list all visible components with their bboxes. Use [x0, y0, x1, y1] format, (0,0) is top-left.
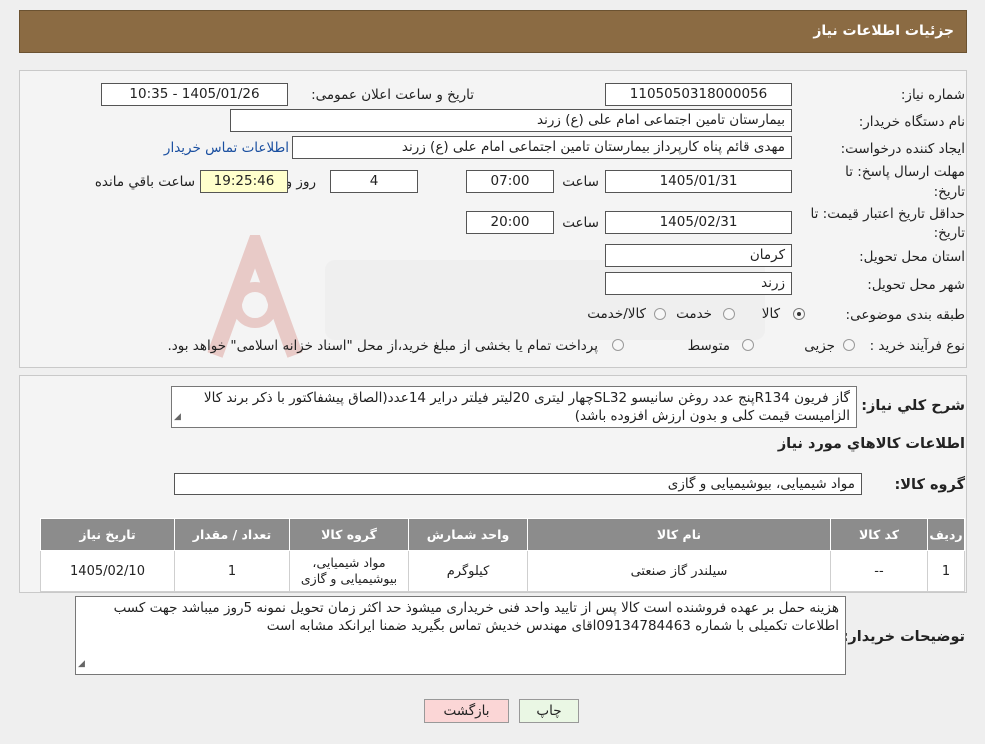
- summary-label: شرح کلي نياز:: [861, 398, 965, 414]
- category-radio-goods-service[interactable]: [654, 308, 666, 320]
- announce-label: تاریخ و ساعت اعلان عمومی:: [311, 87, 474, 103]
- summary-text-content: گاز فریون R134پنج عدد روغن سانیسو SL32چه…: [203, 390, 850, 424]
- category-radio-service[interactable]: [723, 308, 735, 320]
- remaining-label: ساعت باقي مانده: [94, 174, 195, 190]
- validity-time-label: ساعت: [562, 215, 599, 231]
- validity-label-date: تاریخ:: [933, 225, 965, 241]
- process-checkbox-treasury[interactable]: [612, 339, 624, 351]
- process-option-minor: جزیی: [804, 338, 835, 354]
- goods-group-label: گروه کالا:: [894, 477, 965, 493]
- buyer-notes-content: هزینه حمل بر عهده فروشنده است کالا پس از…: [113, 600, 839, 634]
- col-name: نام کالا: [527, 518, 831, 551]
- category-option-service: خدمت: [676, 306, 712, 322]
- print-button[interactable]: چاپ: [519, 699, 579, 723]
- col-group: گروه کالا: [289, 518, 409, 551]
- goods-table-header: رديف کد کالا نام کالا واحد شمارش گروه کا…: [40, 518, 965, 551]
- back-button[interactable]: بازگشت: [424, 699, 509, 723]
- cell-group: مواد شیمیایی، بیوشیمیایی و گازی: [289, 550, 409, 592]
- need-number-label: شماره نیاز:: [900, 87, 965, 103]
- province-field: کرمان: [605, 244, 792, 267]
- validity-label: حداقل تاریخ اعتبار قیمت: تا: [810, 206, 965, 222]
- cell-code: --: [830, 550, 928, 592]
- resize-grip-icon[interactable]: ◢: [174, 408, 181, 426]
- process-radio-minor[interactable]: [843, 339, 855, 351]
- category-label: طبقه بندی موضوعی:: [845, 307, 965, 323]
- col-row: رديف: [927, 518, 965, 551]
- validity-time-field: 20:00: [466, 211, 554, 234]
- col-qty: تعداد / مقدار: [174, 518, 290, 551]
- col-date: تاريخ نياز: [40, 518, 175, 551]
- cell-row: 1: [927, 550, 965, 592]
- category-option-goods-service: کالا/خدمت: [587, 306, 646, 322]
- category-radio-goods[interactable]: [793, 308, 805, 320]
- cell-qty: 1: [174, 550, 290, 592]
- buyer-org-label: نام دستگاه خریدار:: [858, 114, 965, 130]
- deadline-time-label: ساعت: [562, 174, 599, 190]
- deadline-date-field: 1405/01/31: [605, 170, 792, 193]
- col-unit: واحد شمارش: [408, 518, 528, 551]
- deadline-time-field: 07:00: [466, 170, 554, 193]
- remaining-time-field: 19:25:46: [200, 170, 288, 193]
- city-field: زرند: [605, 272, 792, 295]
- table-row: 1 -- سیلندر گاز صنعتی کیلوگرم مواد شیمیا…: [40, 550, 965, 592]
- buyer-contact-link[interactable]: اطلاعات تماس خریدار: [164, 140, 289, 156]
- process-radio-medium[interactable]: [742, 339, 754, 351]
- buyer-notes-label: توضیحات خریدار:: [842, 629, 965, 645]
- page-header: جزئیات اطلاعات نیاز: [19, 10, 967, 53]
- city-label: شهر محل تحویل:: [867, 277, 965, 293]
- deadline-label-date: تاریخ:: [933, 184, 965, 200]
- category-option-goods: کالا: [761, 306, 780, 322]
- need-number-field: 1105050318000056: [605, 83, 792, 106]
- buyer-org-field: بیمارستان تامین اجتماعی امام علی (ع) زرن…: [230, 109, 792, 132]
- cell-name: سیلندر گاز صنعتی: [527, 550, 831, 592]
- deadline-label: مهلت ارسال پاسخ: تا: [845, 164, 965, 180]
- creator-field: مهدی قائم پناه کارپرداز بیمارستان تامین …: [292, 136, 792, 159]
- province-label: استان محل تحویل:: [859, 249, 965, 265]
- resize-grip-icon[interactable]: ◢: [78, 655, 85, 673]
- process-label: نوع فرآیند خرید :: [869, 338, 965, 354]
- goods-section-title: اطلاعات کالاهاي مورد نياز: [777, 436, 965, 452]
- days-remaining-field: 4: [330, 170, 418, 193]
- process-note: پرداخت تمام یا بخشی از مبلغ خرید،از محل …: [167, 338, 598, 354]
- buyer-notes-text: هزینه حمل بر عهده فروشنده است کالا پس از…: [75, 596, 846, 675]
- cell-unit: کیلوگرم: [408, 550, 528, 592]
- goods-table: رديف کد کالا نام کالا واحد شمارش گروه کا…: [40, 518, 965, 592]
- process-option-medium: متوسط: [687, 338, 730, 354]
- summary-text: گاز فریون R134پنج عدد روغن سانیسو SL32چه…: [171, 386, 857, 428]
- announce-datetime-field: 1405/01/26 - 10:35: [101, 83, 288, 106]
- col-code: کد کالا: [830, 518, 928, 551]
- creator-label: ایجاد کننده درخواست:: [840, 141, 965, 157]
- page-title: جزئیات اطلاعات نیاز: [813, 23, 954, 39]
- validity-date-field: 1405/02/31: [605, 211, 792, 234]
- days-label: روز و: [285, 174, 316, 190]
- cell-date: 1405/02/10: [40, 550, 175, 592]
- goods-group-field: مواد شیمیایی، بیوشیمیایی و گازی: [174, 473, 862, 495]
